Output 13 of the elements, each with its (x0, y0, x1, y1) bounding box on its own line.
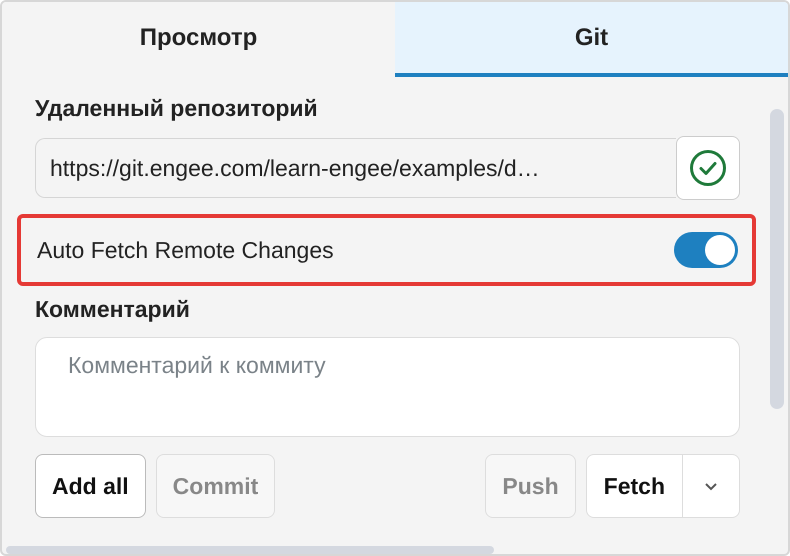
action-button[interactable]: Add all (35, 454, 146, 518)
section-label: Комментарий (35, 296, 191, 323)
comment-field[interactable]: Комментарий к коммиту (35, 337, 740, 437)
toggle-switch[interactable] (674, 232, 738, 268)
tab[interactable]: Просмотр (2, 2, 395, 77)
section-label: Удаленный репозиторий (35, 95, 319, 122)
chevron-down-icon (704, 482, 718, 490)
toggle-label: Auto Fetch Remote Changes (37, 236, 334, 264)
scrollbar[interactable] (6, 546, 494, 554)
url-field[interactable]: https://git.engee.com/learn-engee/examples/d… (35, 138, 676, 198)
tab[interactable]: Git (395, 2, 788, 77)
scrollbar[interactable] (770, 109, 784, 409)
verify-button[interactable] (676, 136, 740, 200)
